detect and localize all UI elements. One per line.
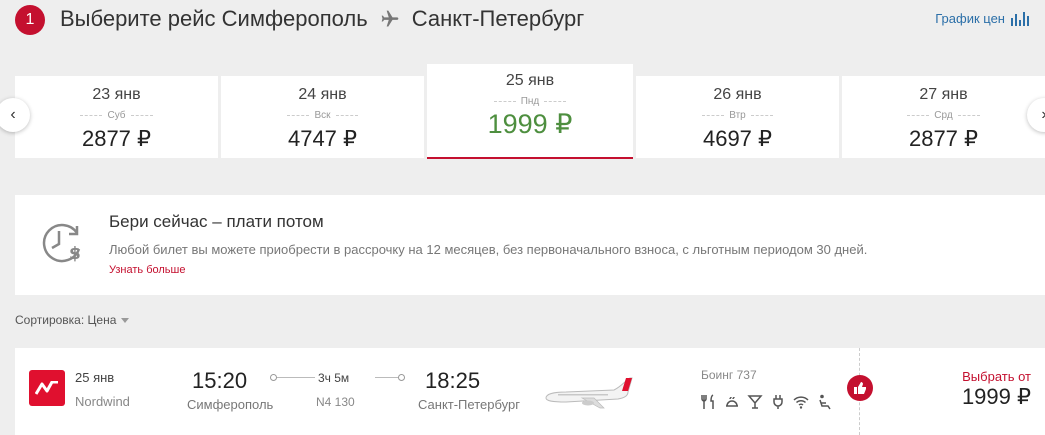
price-graph-label: График цен (935, 11, 1005, 26)
flight-date: 25 янв (75, 370, 115, 385)
title-destination: Санкт-Петербург (411, 6, 585, 31)
select-from-label: Выбрать от (962, 369, 1031, 384)
airline-name: Nordwind (75, 394, 130, 409)
learn-more-link[interactable]: Узнать больше (109, 264, 185, 276)
flight-price[interactable]: 1999 ₽ (962, 384, 1031, 410)
date-card-23[interactable]: 23 янв Суб 2877 ₽ (15, 76, 218, 158)
hot-meal-icon (726, 396, 738, 407)
step-number-badge: 1 (15, 5, 45, 35)
price-graph-link[interactable]: График цен (935, 11, 1029, 26)
clock-dollar-icon: $ (42, 223, 81, 264)
date-card-25-selected[interactable]: 25 янв Пнд 1999 ₽ (427, 64, 633, 159)
chevron-right-icon: › (1041, 106, 1045, 124)
aircraft-image (545, 377, 633, 409)
drinks-icon (747, 395, 763, 409)
route-end-dot (398, 374, 405, 381)
date-price: 1999 ₽ (487, 109, 573, 139)
date-price: 2877 ₽ (81, 126, 152, 151)
step-header: 1 Выберите рейс Симферополь Санкт-Петерб… (0, 0, 1045, 40)
page-title: Выберите рейс Симферополь Санкт-Петербур… (60, 6, 584, 32)
chevron-left-icon: ‹ (10, 106, 16, 123)
nordwind-logo (29, 370, 65, 406)
day-of-week: Вск (221, 110, 424, 121)
aircraft-type: Боинг 737 (701, 368, 757, 382)
arrival-time: 18:25 (425, 368, 481, 393)
installment-promo-banner: $ Бери сейчас – плати потом Любой билет … (15, 195, 1045, 295)
day-of-week: Срд (842, 110, 1045, 121)
flight-duration: 3ч 5м (318, 371, 350, 385)
date-card-24[interactable]: 24 янв Вск 4747 ₽ (221, 76, 424, 158)
caret-down-icon (121, 317, 130, 323)
title-origin: Выберите рейс Симферополь (60, 6, 368, 31)
bar-chart-icon (1011, 11, 1029, 26)
promo-description: Любой билет вы можете приобрести в расср… (109, 242, 868, 257)
route-start-dot (270, 374, 277, 381)
day-of-week: Пнд (427, 96, 633, 107)
flight-number: N4 130 (316, 395, 355, 409)
thumbs-up-icon (847, 375, 873, 401)
date-price: 2877 ₽ (908, 126, 979, 151)
promo-title: Бери сейчас – плати потом (109, 212, 324, 231)
date-label: 27 янв (919, 86, 968, 103)
seat-icon (819, 394, 831, 410)
sort-dropdown[interactable]: Сортировка: Цена (15, 313, 130, 327)
day-of-week: Суб (15, 110, 218, 121)
date-price: 4697 ₽ (702, 126, 773, 151)
date-label: 24 янв (298, 86, 347, 103)
amenities-list (701, 394, 832, 410)
day-of-week: Втр (636, 110, 839, 121)
flight-result-card[interactable]: 25 янв Nordwind 15:20 Симферополь 3ч 5м … (15, 348, 1045, 435)
date-label: 26 янв (713, 86, 762, 103)
date-selector: 23 янв Суб 2877 ₽ 24 янв Вск 4747 ₽ 25 я… (15, 64, 1045, 160)
power-outlet-icon (773, 395, 783, 409)
svg-text:$: $ (69, 244, 81, 264)
date-label: 25 янв (505, 72, 555, 89)
date-price: 4747 ₽ (287, 126, 358, 151)
departure-city: Симферополь (187, 397, 274, 412)
date-card-26[interactable]: 26 янв Втр 4697 ₽ (636, 76, 839, 158)
date-card-27[interactable]: 27 янв Срд 2877 ₽ (842, 76, 1045, 158)
meal-icon (701, 394, 714, 409)
plane-icon (380, 9, 400, 29)
date-label: 23 янв (92, 86, 141, 103)
departure-time: 15:20 (192, 368, 248, 393)
arrival-city: Санкт-Петербург (418, 397, 520, 412)
sort-label: Сортировка: Цена (15, 313, 117, 327)
wifi-icon (793, 396, 809, 409)
